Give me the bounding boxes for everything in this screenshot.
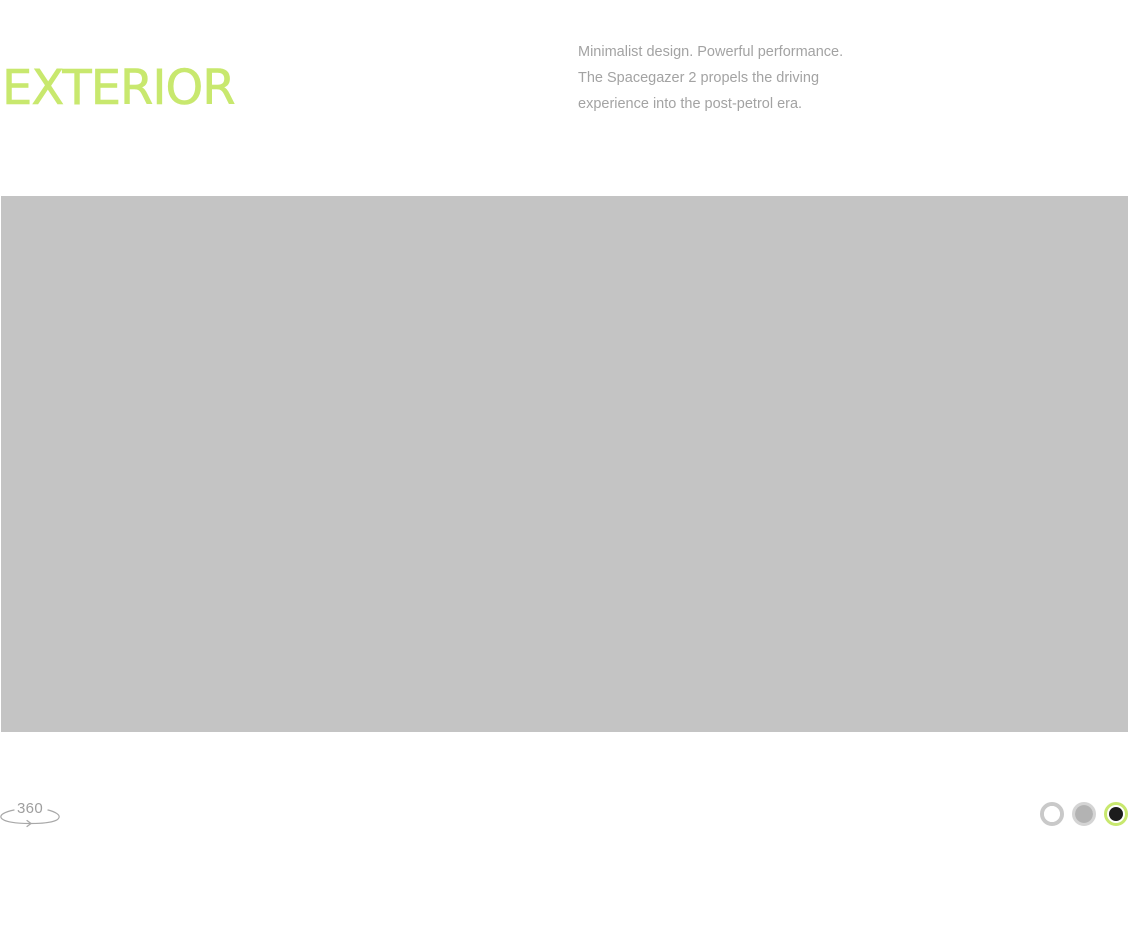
car-360-viewer[interactable] — [1, 196, 1128, 732]
description-line: Minimalist design. Powerful performance. — [578, 44, 844, 60]
color-swatch-grey[interactable] — [1072, 802, 1096, 826]
description-line: The Spacegazer 2 propels the driving — [578, 70, 820, 86]
description-line: experience into the post-petrol era. — [578, 96, 803, 112]
swatch-fill — [1109, 807, 1123, 821]
rotate-360-label: 360 — [17, 800, 43, 817]
color-swatch-black-selected[interactable] — [1104, 802, 1128, 826]
section-title: EXTERIOR — [2, 60, 236, 117]
color-swatch-white[interactable] — [1040, 802, 1064, 826]
section-description: Minimalist design. Powerful performance.… — [578, 39, 898, 117]
rotate-360-button[interactable]: 360 — [0, 798, 62, 834]
swatch-fill — [1044, 806, 1060, 822]
swatch-fill — [1075, 805, 1093, 823]
